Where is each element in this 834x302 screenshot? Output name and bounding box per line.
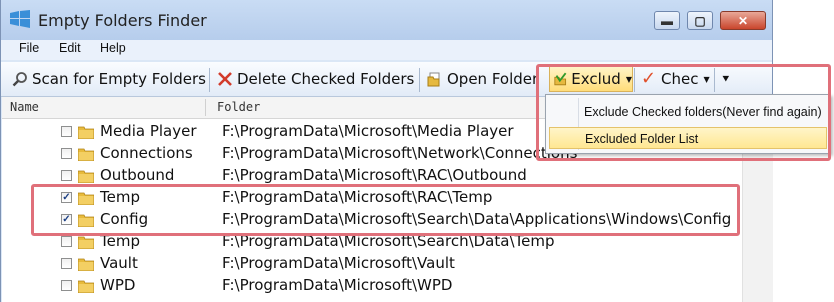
folder-icon bbox=[77, 147, 95, 162]
highlight-box-exclude-menu bbox=[536, 64, 831, 161]
toolbar-separator bbox=[419, 68, 420, 92]
column-folder-header[interactable]: Folder bbox=[217, 100, 260, 114]
maximize-icon: ▢ bbox=[694, 14, 706, 28]
folder-name: Media Player bbox=[100, 122, 197, 140]
menu-bar: File Edit Help bbox=[1, 40, 772, 60]
folder-icon bbox=[77, 125, 95, 140]
folder-name: Vault bbox=[100, 254, 138, 272]
folder-path: F:\ProgramData\Microsoft\RAC\Outbound bbox=[222, 166, 527, 184]
row-checkbox[interactable] bbox=[61, 126, 72, 137]
folder-icon bbox=[77, 279, 95, 294]
delete-checked-button[interactable]: Delete Checked Folders bbox=[217, 68, 414, 90]
window-title: Empty Folders Finder bbox=[38, 11, 207, 30]
row-checkbox[interactable] bbox=[61, 258, 72, 269]
open-folder-button[interactable]: Open Folder bbox=[427, 68, 538, 90]
row-checkbox[interactable] bbox=[61, 236, 72, 247]
folder-path: F:\ProgramData\Microsoft\Media Player bbox=[222, 122, 514, 140]
row-checkbox[interactable] bbox=[61, 280, 72, 291]
menu-help[interactable]: Help bbox=[100, 41, 126, 55]
scan-label: Scan for Empty Folders bbox=[32, 70, 206, 88]
minimize-icon: ▬ bbox=[661, 14, 673, 28]
menu-edit[interactable]: Edit bbox=[59, 41, 81, 55]
folder-path: F:\ProgramData\Microsoft\WPD bbox=[222, 276, 453, 294]
folder-icon bbox=[77, 169, 95, 184]
folder-icon bbox=[77, 257, 95, 272]
highlight-box-checked-rows bbox=[31, 184, 740, 236]
close-button[interactable]: ✕ bbox=[720, 11, 766, 30]
column-name-header[interactable]: Name bbox=[10, 100, 39, 114]
folder-name: WPD bbox=[100, 276, 136, 294]
minimize-button[interactable]: ▬ bbox=[654, 11, 680, 30]
app-icon bbox=[10, 10, 30, 28]
row-checkbox[interactable] bbox=[61, 170, 72, 181]
delete-x-icon bbox=[218, 72, 232, 86]
open-folder-icon bbox=[427, 72, 440, 87]
column-divider[interactable] bbox=[205, 99, 206, 116]
open-folder-label: Open Folder bbox=[447, 70, 539, 88]
folder-name: Outbound bbox=[100, 166, 175, 184]
folder-name: Connections bbox=[100, 144, 193, 162]
scan-button[interactable]: Scan for Empty Folders bbox=[12, 68, 206, 90]
row-checkbox[interactable] bbox=[61, 148, 72, 159]
folder-icon bbox=[77, 235, 95, 250]
table-row[interactable]: Vault F:\ProgramData\Microsoft\Vault bbox=[2, 253, 742, 275]
maximize-button[interactable]: ▢ bbox=[687, 11, 713, 30]
folder-path: F:\ProgramData\Microsoft\Network\Connect… bbox=[222, 144, 578, 162]
magnifier-icon bbox=[12, 72, 27, 87]
title-bar[interactable]: Empty Folders Finder ▬ ▢ ✕ bbox=[1, 0, 772, 40]
table-row[interactable]: WPD F:\ProgramData\Microsoft\WPD bbox=[2, 275, 742, 297]
delete-label: Delete Checked Folders bbox=[237, 70, 415, 88]
toolbar-separator bbox=[209, 68, 210, 92]
close-icon: ✕ bbox=[737, 14, 749, 28]
folder-path: F:\ProgramData\Microsoft\Vault bbox=[222, 254, 455, 272]
menu-file[interactable]: File bbox=[19, 41, 39, 55]
